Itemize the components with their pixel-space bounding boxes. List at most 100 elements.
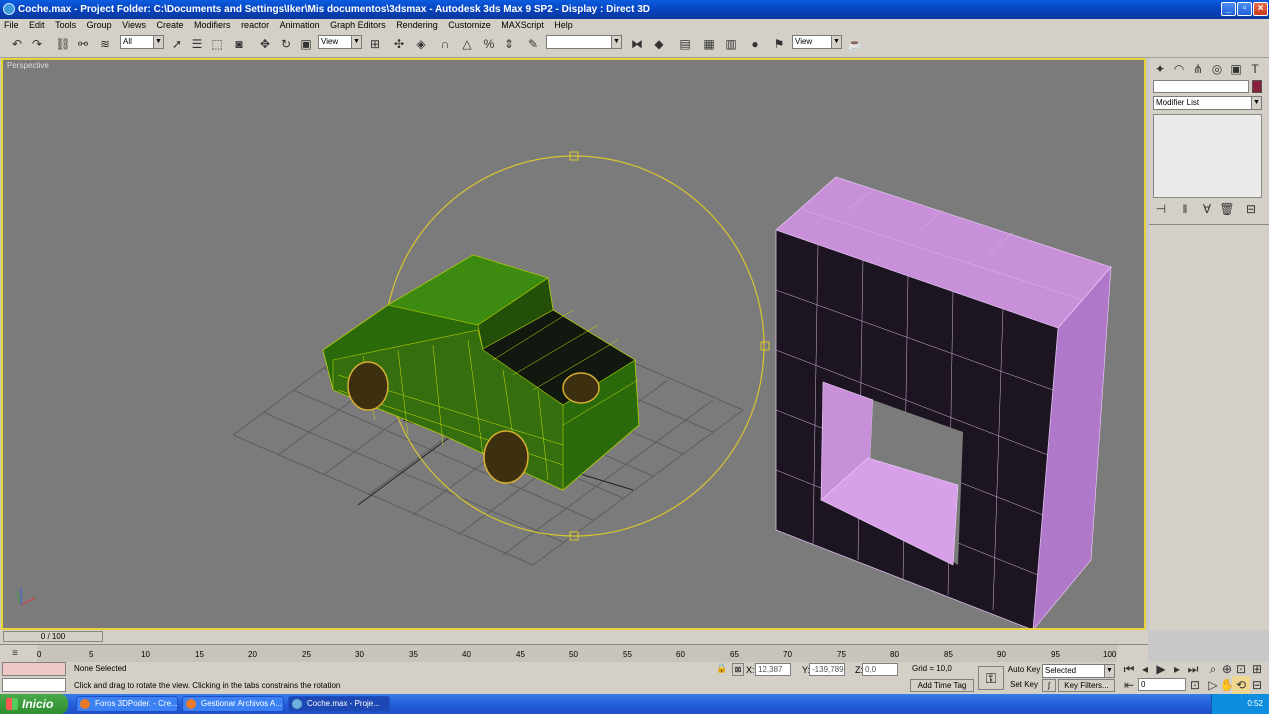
select-manipulate-icon[interactable]: ✣ xyxy=(390,35,408,53)
material-editor-icon[interactable]: ● xyxy=(746,35,764,53)
rotate-icon[interactable]: ↻ xyxy=(277,35,295,53)
angle-snap-icon[interactable]: △ xyxy=(458,35,476,53)
prompt-line: Click and drag to rotate the view. Click… xyxy=(72,680,892,693)
menu-animation[interactable]: Animation xyxy=(280,20,320,30)
clock[interactable]: 0:52 xyxy=(1247,699,1263,708)
selection-filter-dropdown[interactable]: All ▼ xyxy=(120,35,164,49)
pin-stack-icon[interactable]: ⊣ xyxy=(1153,200,1169,218)
key-mode-toggle-icon[interactable]: ⇤ xyxy=(1120,676,1138,694)
quick-render-icon[interactable]: ☕ xyxy=(846,35,864,53)
modify-tab-icon[interactable]: ◠ xyxy=(1170,60,1188,78)
link-icon[interactable]: ⛓ xyxy=(54,35,72,53)
hierarchy-tab-icon[interactable]: ⋔ xyxy=(1189,60,1207,78)
time-configuration-icon[interactable]: ⊡ xyxy=(1186,676,1204,694)
taskbar-item-3dsmax[interactable]: Coche.max - Proje... xyxy=(288,696,390,712)
tick-label: 30 xyxy=(355,650,364,659)
spinner-snap-icon[interactable]: ⇕ xyxy=(500,35,518,53)
start-button[interactable]: Inicio xyxy=(0,694,68,714)
minimize-button[interactable]: _ xyxy=(1221,2,1236,16)
tick-label: 50 xyxy=(569,650,578,659)
menu-file[interactable]: File xyxy=(4,20,19,30)
taskbar-item-gestionar[interactable]: Gestionar Archivos A... xyxy=(182,696,284,712)
key-filters-button[interactable]: Key Filters... xyxy=(1058,679,1115,692)
menu-maxscript[interactable]: MAXScript xyxy=(501,20,544,30)
menu-rendering[interactable]: Rendering xyxy=(396,20,438,30)
maxscript-listener-field[interactable] xyxy=(2,662,66,676)
unlink-icon[interactable]: ⚯ xyxy=(74,35,92,53)
taskbar-item-foros[interactable]: Foros 3DPoder. - Cre... xyxy=(76,696,178,712)
tick-label: 25 xyxy=(302,650,311,659)
key-mode-dropdown[interactable]: Selected ▼ xyxy=(1042,664,1115,678)
render-setup-icon[interactable]: ⚑ xyxy=(770,35,788,53)
object-color-swatch[interactable] xyxy=(1252,80,1262,93)
menu-edit[interactable]: Edit xyxy=(29,20,45,30)
window-crossing-icon[interactable]: ◙ xyxy=(230,35,248,53)
close-button[interactable]: × xyxy=(1253,2,1268,16)
reference-coordinate-dropdown[interactable]: View ▼ xyxy=(318,35,362,49)
open-mini-curve-editor-icon[interactable]: ≡ xyxy=(6,645,24,663)
scale-icon[interactable]: ▣ xyxy=(297,35,315,53)
configure-modifier-sets-icon[interactable]: ⊟ xyxy=(1243,200,1259,218)
motion-tab-icon[interactable]: ◎ xyxy=(1208,60,1226,78)
redo-icon[interactable]: ↷ xyxy=(28,35,46,53)
schematic-view-icon[interactable]: ▥ xyxy=(722,35,740,53)
snaps-toggle-icon[interactable]: ∩ xyxy=(436,35,454,53)
menu-create[interactable]: Create xyxy=(157,20,184,30)
undo-icon[interactable]: ↶ xyxy=(8,35,26,53)
tick-label: 20 xyxy=(248,650,257,659)
menu-reactor[interactable]: reactor xyxy=(241,20,269,30)
add-time-tag-button[interactable]: Add Time Tag xyxy=(910,679,974,692)
menu-group[interactable]: Group xyxy=(87,20,112,30)
menu-help[interactable]: Help xyxy=(554,20,573,30)
create-tab-icon[interactable]: ✦ xyxy=(1151,60,1169,78)
perspective-viewport[interactable]: Perspective xyxy=(1,58,1146,630)
show-end-result-icon[interactable]: ‖ xyxy=(1177,200,1193,218)
app-icon[interactable] xyxy=(3,3,15,15)
select-by-name-icon[interactable]: ☰ xyxy=(188,35,206,53)
named-selection-sets-dropdown[interactable]: ▼ xyxy=(546,35,622,49)
make-unique-icon[interactable]: ∀ xyxy=(1199,200,1215,218)
y-coordinate-field[interactable]: -139,789 xyxy=(809,663,845,676)
maxscript-mini-listener[interactable] xyxy=(2,678,66,692)
key-curve-icon[interactable]: ∫ xyxy=(1042,679,1056,692)
current-frame-field[interactable]: 0 xyxy=(1138,678,1186,691)
menu-customize[interactable]: Customize xyxy=(448,20,491,30)
time-slider[interactable]: 0 / 100 xyxy=(3,631,103,642)
display-tab-icon[interactable]: ▣ xyxy=(1227,60,1245,78)
set-key-button[interactable]: Set Key xyxy=(1007,679,1041,692)
pivot-center-icon[interactable]: ⊞ xyxy=(366,35,384,53)
menu-modifiers[interactable]: Modifiers xyxy=(194,20,231,30)
menu-views[interactable]: Views xyxy=(122,20,146,30)
utilities-tab-icon[interactable]: T xyxy=(1246,60,1264,78)
keyboard-shortcut-override-icon[interactable]: ◈ xyxy=(412,35,430,53)
remove-modifier-icon[interactable]: 🗑 xyxy=(1219,200,1235,218)
tick-label: 45 xyxy=(516,650,525,659)
mirror-icon[interactable]: ⧓ xyxy=(628,35,646,53)
z-coordinate-field[interactable]: 0,0 xyxy=(862,663,898,676)
edit-named-selection-icon[interactable]: ✎ xyxy=(524,35,542,53)
frame-ticks[interactable]: 0 5 10 15 20 25 30 35 40 45 50 55 60 65 … xyxy=(37,645,1117,663)
select-object-icon[interactable]: ➚ xyxy=(168,35,186,53)
menu-tools[interactable]: Tools xyxy=(55,20,76,30)
modifier-stack[interactable] xyxy=(1153,114,1262,198)
percent-snap-icon[interactable]: % xyxy=(480,35,498,53)
set-key-icon[interactable]: ⚿ xyxy=(978,666,1004,690)
bind-space-warp-icon[interactable]: ≋ xyxy=(96,35,114,53)
viewport-label[interactable]: Perspective xyxy=(7,61,49,70)
absolute-mode-transform-icon[interactable]: ⊠ xyxy=(732,663,744,676)
layer-manager-icon[interactable]: ▤ xyxy=(676,35,694,53)
lock-icon[interactable]: 🔒 xyxy=(713,659,731,677)
x-coordinate-field[interactable]: 12,387 xyxy=(755,663,791,676)
maximize-button[interactable]: ▫ xyxy=(1237,2,1252,16)
render-view-dropdown[interactable]: View ▼ xyxy=(792,35,842,49)
align-icon[interactable]: ◆ xyxy=(650,35,668,53)
menu-graph-editors[interactable]: Graph Editors xyxy=(330,20,386,30)
auto-key-button[interactable]: Auto Key xyxy=(1007,664,1041,677)
rectangular-selection-icon[interactable]: ⬚ xyxy=(208,35,226,53)
move-icon[interactable]: ✥ xyxy=(256,35,274,53)
track-bar[interactable]: ≡ 0 5 10 15 20 25 30 35 40 45 50 55 60 6… xyxy=(0,644,1148,663)
modifier-list-dropdown[interactable]: Modifier List ▼ xyxy=(1153,96,1262,110)
maximize-viewport-icon[interactable]: ⊟ xyxy=(1248,676,1266,694)
curve-editor-icon[interactable]: ▦ xyxy=(700,35,718,53)
object-name-field[interactable] xyxy=(1153,80,1249,93)
